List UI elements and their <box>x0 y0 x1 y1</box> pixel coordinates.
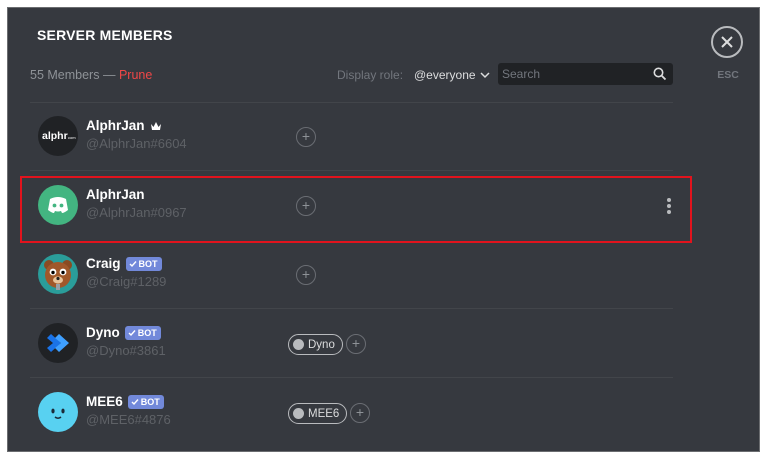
add-role-button[interactable]: + <box>296 127 316 147</box>
checkmark-icon <box>131 398 139 405</box>
search-box <box>498 63 673 85</box>
display-role-value: @everyone <box>414 68 476 82</box>
checkmark-icon <box>128 329 136 336</box>
avatar: alphr com <box>38 116 78 156</box>
username-text: AlphrJan <box>86 118 145 133</box>
display-role-label: Display role: <box>337 68 404 82</box>
username: Dyno BOT <box>86 325 161 340</box>
member-row[interactable]: MEE6 BOT @MEE6#4876 MEE6 + <box>30 379 673 447</box>
username-text: Dyno <box>86 325 120 340</box>
username: AlphrJan <box>86 118 162 133</box>
bot-badge: BOT <box>124 325 161 340</box>
search-icon[interactable] <box>653 67 667 81</box>
close-button[interactable] <box>711 26 743 58</box>
member-count: 55 Members — <box>30 68 116 82</box>
member-count-line: 55 Members — Prune <box>30 68 152 82</box>
highlight-annotation-box <box>20 176 692 243</box>
checkmark-icon <box>129 260 137 267</box>
member-row[interactable]: Dyno BOT @Dyno#3861 Dyno + <box>30 310 673 378</box>
avatar <box>38 392 78 432</box>
page-title: SERVER MEMBERS <box>37 27 173 43</box>
avatar <box>38 254 78 294</box>
member-row[interactable]: Craig BOT @Craig#1289 + <box>30 241 673 309</box>
avatar-subtext: com <box>68 135 76 140</box>
display-role-dropdown[interactable]: @everyone <box>414 68 490 82</box>
add-role-button[interactable]: + <box>296 265 316 285</box>
chevron-down-icon <box>480 72 490 79</box>
user-tag: @AlphrJan#6604 <box>86 136 187 151</box>
add-role-button[interactable]: + <box>350 403 370 423</box>
username-text: Craig <box>86 256 121 271</box>
mee6-face-icon <box>51 408 65 419</box>
bot-badge: BOT <box>127 394 164 409</box>
member-row[interactable]: alphr com AlphrJan @AlphrJan#6604 + <box>30 103 673 171</box>
bot-badge: BOT <box>125 256 162 271</box>
alphr-logo-icon: alphr com <box>42 130 76 142</box>
server-members-modal: SERVER MEMBERS 55 Members — Prune Displa… <box>7 7 760 452</box>
role-color-dot <box>293 408 304 419</box>
username: MEE6 BOT <box>86 394 164 409</box>
user-tag: @MEE6#4876 <box>86 412 171 427</box>
bot-badge-label: BOT <box>137 327 157 338</box>
add-role-button[interactable]: + <box>346 334 366 354</box>
bot-badge-label: BOT <box>138 258 158 269</box>
user-tag: @Dyno#3861 <box>86 343 166 358</box>
role-pill[interactable]: Dyno <box>288 334 343 355</box>
role-name: Dyno <box>308 338 335 351</box>
close-icon <box>721 36 733 48</box>
esc-label: ESC <box>717 69 739 81</box>
avatar-text: alphr <box>42 130 68 142</box>
crown-icon <box>150 121 161 130</box>
username: Craig BOT <box>86 256 162 271</box>
role-pill[interactable]: MEE6 <box>288 403 348 424</box>
prune-link[interactable]: Prune <box>119 68 152 82</box>
role-color-dot <box>293 339 304 350</box>
avatar <box>38 323 78 363</box>
search-input[interactable] <box>502 65 642 83</box>
user-tag: @Craig#1289 <box>86 274 167 289</box>
dyno-logo-icon <box>47 334 69 352</box>
craig-bear-icon <box>44 260 72 290</box>
bot-badge-label: BOT <box>140 396 160 407</box>
username-text: MEE6 <box>86 394 123 409</box>
role-name: MEE6 <box>308 407 340 420</box>
